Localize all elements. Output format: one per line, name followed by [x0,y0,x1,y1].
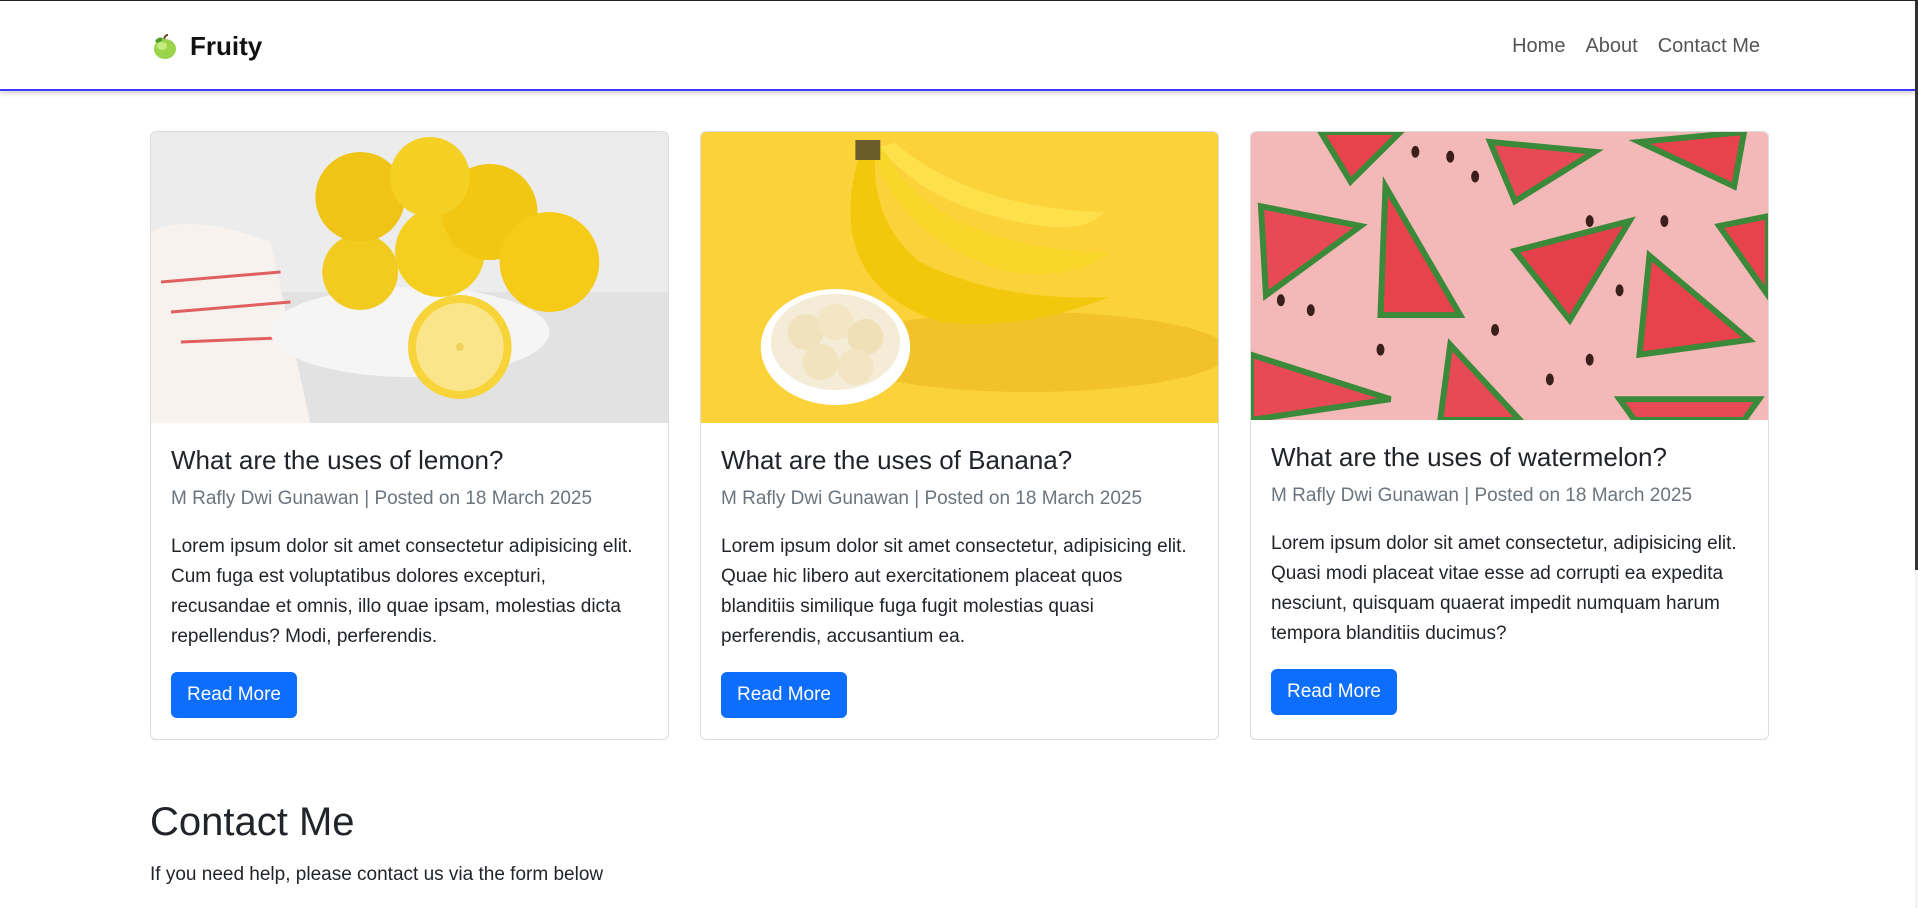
card-watermelon: What are the uses of watermelon? M Rafly… [1250,131,1769,740]
card-meta: M Rafly Dwi Gunawan | Posted on 18 March… [1271,485,1693,506]
brand-name: Fruity [190,31,263,61]
card-text: Lorem ipsum dolor sit amet consectetur a… [171,536,633,647]
nav-links: Home About Contact Me [1512,35,1760,58]
contact-subtitle: If you need help, please contact us via … [150,864,604,885]
card-grid: What are the uses of lemon? M Rafly Dwi … [150,131,1769,740]
banana-image [701,132,1218,423]
read-more-button[interactable]: Read More [171,672,297,718]
apple-icon [150,33,178,61]
card-title: What are the uses of lemon? [171,445,504,475]
card-body: What are the uses of Banana? M Rafly Dwi… [701,423,1218,738]
contact-title: Contact Me [150,800,355,844]
card-body: What are the uses of watermelon? M Rafly… [1251,420,1768,735]
nav-contact-link[interactable]: Contact Me [1658,35,1760,58]
card-text: Lorem ipsum dolor sit amet consectetur, … [721,536,1187,647]
read-more-button[interactable]: Read More [1271,669,1397,715]
card-title: What are the uses of Banana? [721,445,1073,475]
card-meta: M Rafly Dwi Gunawan | Posted on 18 March… [721,488,1143,509]
lemon-image [151,132,668,423]
watermelon-image [1251,132,1768,420]
card-banana: What are the uses of Banana? M Rafly Dwi… [700,131,1219,740]
card-body: What are the uses of lemon? M Rafly Dwi … [151,423,668,738]
brand-link[interactable]: Fruity [150,31,262,62]
card-title: What are the uses of watermelon? [1271,442,1667,472]
card-meta: M Rafly Dwi Gunawan | Posted on 18 March… [171,488,593,509]
card-text: Lorem ipsum dolor sit amet consectetur, … [1271,533,1737,644]
navbar: Fruity Home About Contact Me [0,1,1915,91]
nav-about-link[interactable]: About [1585,35,1637,58]
card-lemon: What are the uses of lemon? M Rafly Dwi … [150,131,669,740]
read-more-button[interactable]: Read More [721,672,847,718]
nav-home-link[interactable]: Home [1512,35,1565,58]
